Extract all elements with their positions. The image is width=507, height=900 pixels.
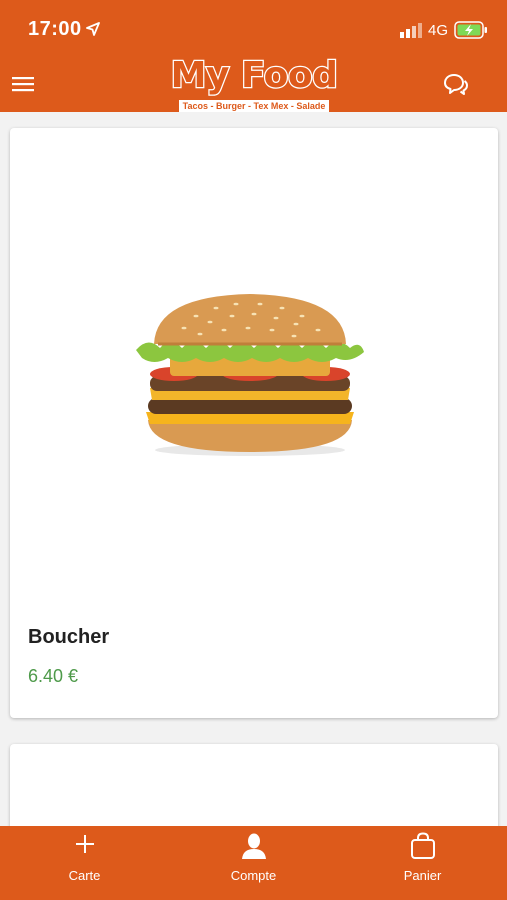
product-price: 6.40 € [28, 666, 79, 686]
tab-carte[interactable]: Carte [0, 826, 169, 900]
product-card[interactable] [10, 744, 498, 826]
signal-icon [400, 23, 422, 38]
logo-title: My Food [169, 54, 339, 97]
status-time: 17:00 [28, 18, 82, 40]
burger-image [136, 294, 364, 456]
location-arrow-icon [86, 22, 100, 36]
product-list[interactable]: Boucher 6.40 € [0, 112, 507, 826]
product-card[interactable]: Boucher 6.40 € [10, 128, 498, 718]
tab-label: Carte [68, 868, 101, 883]
bag-icon [410, 832, 435, 859]
app-header: My Food Tacos - Burger - Tex Mex - Salad… [0, 54, 507, 112]
chat-icon[interactable] [442, 72, 468, 96]
product-name: Boucher [28, 626, 110, 648]
tab-panier[interactable]: Panier [338, 826, 507, 900]
top-bar: 17:00 4G My Food Tacos - Burger - Tex Me… [0, 0, 507, 112]
tab-compte[interactable]: Compte [169, 826, 338, 900]
bottom-tab-bar: Carte Compte Panier [0, 826, 507, 900]
user-icon [241, 833, 266, 859]
logo-subtitle: Tacos - Burger - Tex Mex - Salade [178, 100, 330, 112]
status-bar: 17:00 4G [0, 0, 507, 60]
menu-icon[interactable] [12, 74, 34, 94]
tab-label: Panier [403, 868, 442, 883]
battery-charging-icon [454, 21, 487, 39]
tab-label: Compte [230, 868, 277, 883]
network-type: 4G [428, 22, 449, 39]
plus-icon [75, 835, 94, 853]
app-logo: My Food Tacos - Burger - Tex Mex - Salad… [168, 54, 340, 112]
